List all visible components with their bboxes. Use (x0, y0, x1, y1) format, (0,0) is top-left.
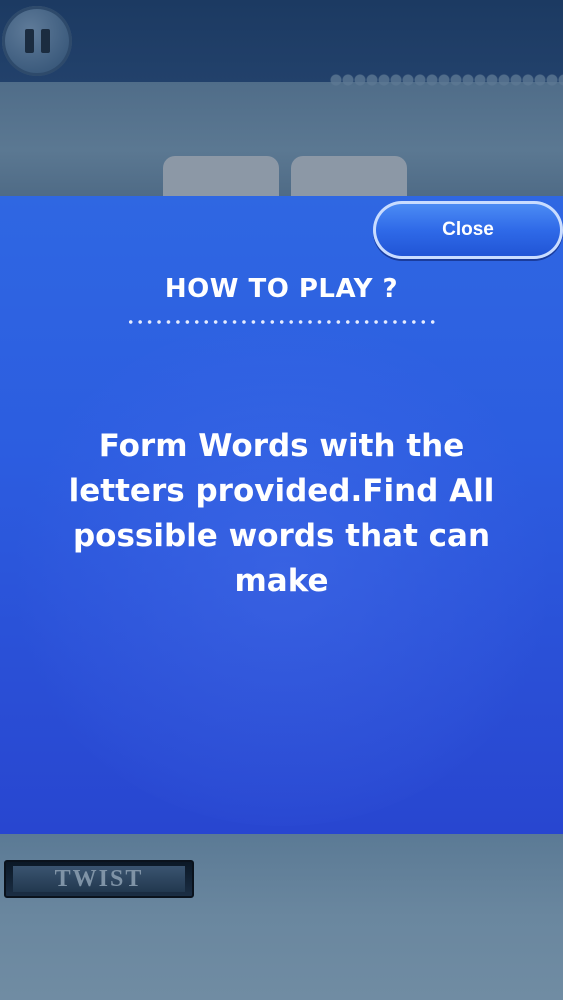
close-button[interactable]: Close (373, 201, 563, 259)
instructions-text: Form Words with the letters provided.Fin… (68, 428, 495, 599)
pause-button[interactable] (2, 6, 72, 76)
title-dotted-divider (126, 320, 438, 324)
decorative-scallop (330, 70, 563, 86)
twist-button[interactable]: TWIST (4, 860, 194, 898)
twist-label: TWIST (13, 866, 185, 892)
pause-icon (24, 29, 50, 53)
modal-title: HOW TO PLAY ? (164, 274, 399, 304)
how-to-play-modal: Close HOW TO PLAY ? Form Words with the … (0, 196, 563, 834)
bottom-area (0, 834, 563, 1000)
game-screen: Close HOW TO PLAY ? Form Words with the … (0, 0, 563, 1000)
word-strip (0, 82, 563, 196)
